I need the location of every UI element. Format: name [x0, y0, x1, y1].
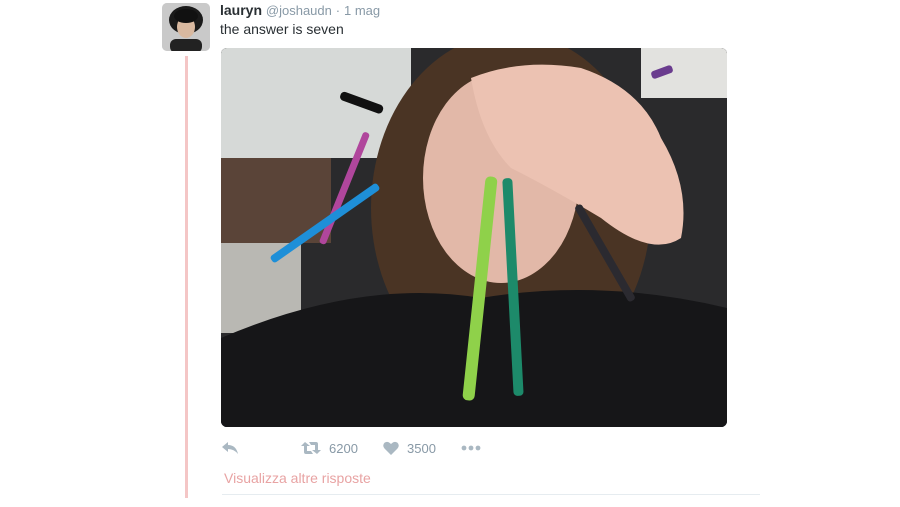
reply-button[interactable] [221, 438, 239, 458]
separator-dot: · [335, 3, 341, 18]
timestamp[interactable]: 1 mag [344, 3, 380, 18]
more-icon [461, 445, 481, 451]
retweet-button[interactable]: 6200 [301, 438, 358, 458]
retweet-count: 6200 [329, 440, 358, 456]
tweet-header: lauryn @joshaudn · 1 mag [220, 2, 380, 19]
like-button[interactable]: 3500 [383, 438, 436, 458]
user-avatar-icon [162, 3, 210, 51]
retweet-icon [301, 442, 321, 454]
more-button[interactable] [461, 438, 481, 458]
tweet-text: the answer is seven [220, 21, 344, 37]
tweet-actions: 6200 3500 [221, 438, 521, 458]
like-count: 3500 [407, 440, 436, 456]
view-more-replies-link[interactable]: Visualizza altre risposte [224, 470, 371, 486]
reply-icon [222, 442, 238, 454]
avatar[interactable] [162, 3, 210, 51]
user-handle[interactable]: @joshaudn [266, 3, 332, 18]
display-name[interactable]: lauryn [220, 2, 262, 18]
thread-connector-line [185, 56, 188, 498]
tweet-photo[interactable] [221, 48, 727, 427]
photo-image [221, 48, 727, 427]
heart-icon [383, 441, 399, 455]
divider [222, 494, 760, 495]
